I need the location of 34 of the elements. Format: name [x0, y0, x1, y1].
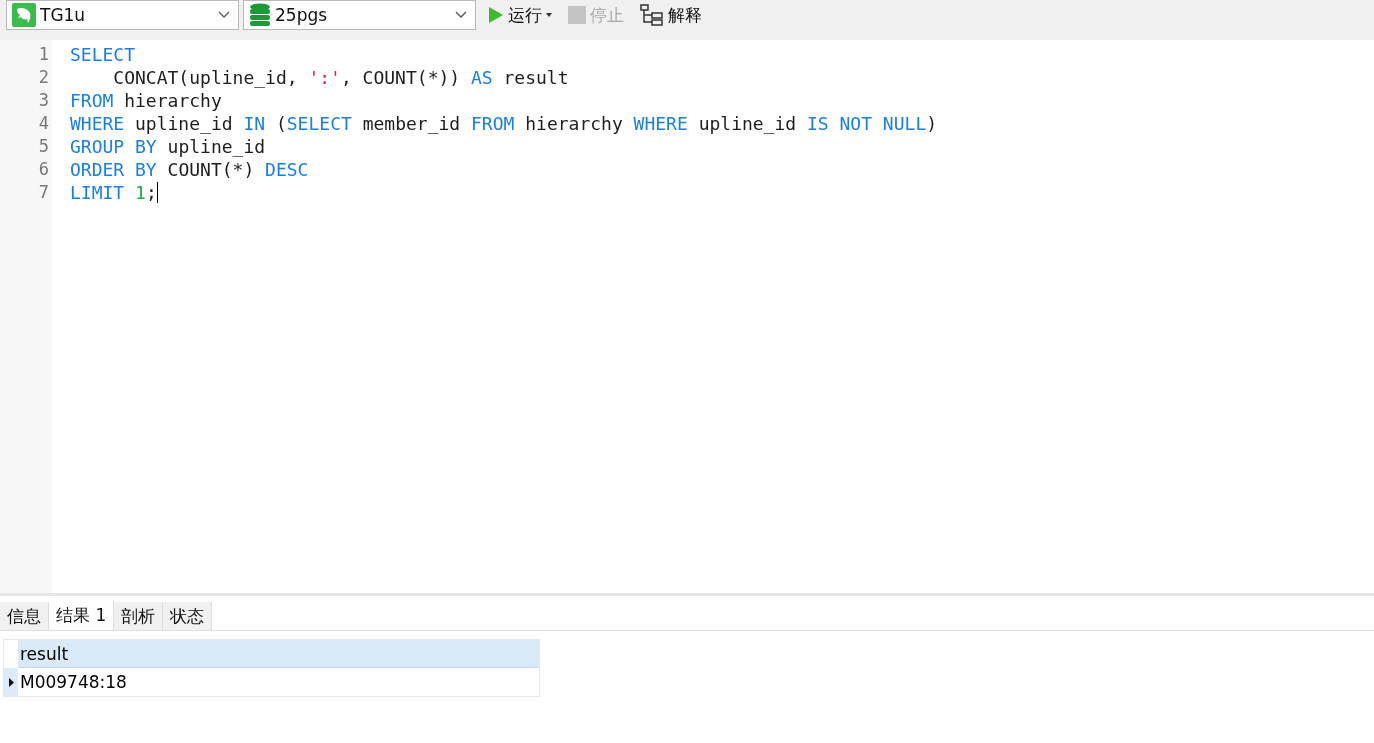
database-dropdown[interactable]: 25pgs: [243, 0, 476, 30]
line-number: 3: [37, 89, 50, 112]
code-line: CONCAT(upline_id, ':', COUNT(*)) AS result: [112, 66, 569, 89]
column-header[interactable]: result: [18, 640, 539, 668]
caret-down-icon: [546, 13, 552, 17]
text-cursor: [156, 182, 158, 203]
result-tab[interactable]: 信息: [0, 602, 49, 630]
database-icon: [249, 3, 271, 27]
line-number: 4: [37, 112, 50, 135]
run-button[interactable]: 运行: [484, 0, 556, 30]
code-line: GROUP BY upline_id: [70, 135, 266, 158]
connection-dropdown[interactable]: TG1u: [6, 0, 239, 30]
line-number: 7: [37, 181, 50, 204]
chevron-down-icon: [218, 11, 230, 19]
chevron-down-icon: [455, 11, 467, 19]
line-number: 6: [37, 158, 50, 181]
code-line: LIMIT 1;: [70, 181, 157, 204]
result-tab[interactable]: 状态: [163, 602, 213, 630]
line-number: 5: [37, 135, 50, 158]
explain-button[interactable]: 解释: [636, 0, 706, 30]
stop-icon: [568, 6, 586, 24]
line-number: 2: [37, 66, 50, 89]
table-cell-text: M009748:18: [19, 671, 128, 694]
row-indicator[interactable]: [4, 668, 18, 696]
code-line: SELECT: [70, 43, 136, 66]
row-pointer-icon: [8, 677, 14, 687]
result-tab[interactable]: 剖析: [114, 602, 164, 630]
line-number: 1: [37, 43, 50, 66]
code-line: WHERE upline_id IN (SELECT member_id FROM hierarchy WHERE upline_id IS NOT NULL): [70, 112, 938, 135]
play-icon: [488, 6, 504, 24]
sql-editor[interactable]: SELECT CONCAT(upline_id, ':', COUNT(*)) AS result FROM hierarchy WHERE upline_id IN (SELECT member_id FROM hierarchy WHERE upline_id IS NOT NULL) GROUP BY upline_id ORDER BY COUNT(*) DESC LIMIT 1;: [52, 40, 1374, 593]
code-line: ORDER BY COUNT(*) DESC: [70, 158, 309, 181]
code-line: FROM hierarchy: [70, 89, 222, 112]
tree-diagram-icon: [640, 4, 664, 26]
